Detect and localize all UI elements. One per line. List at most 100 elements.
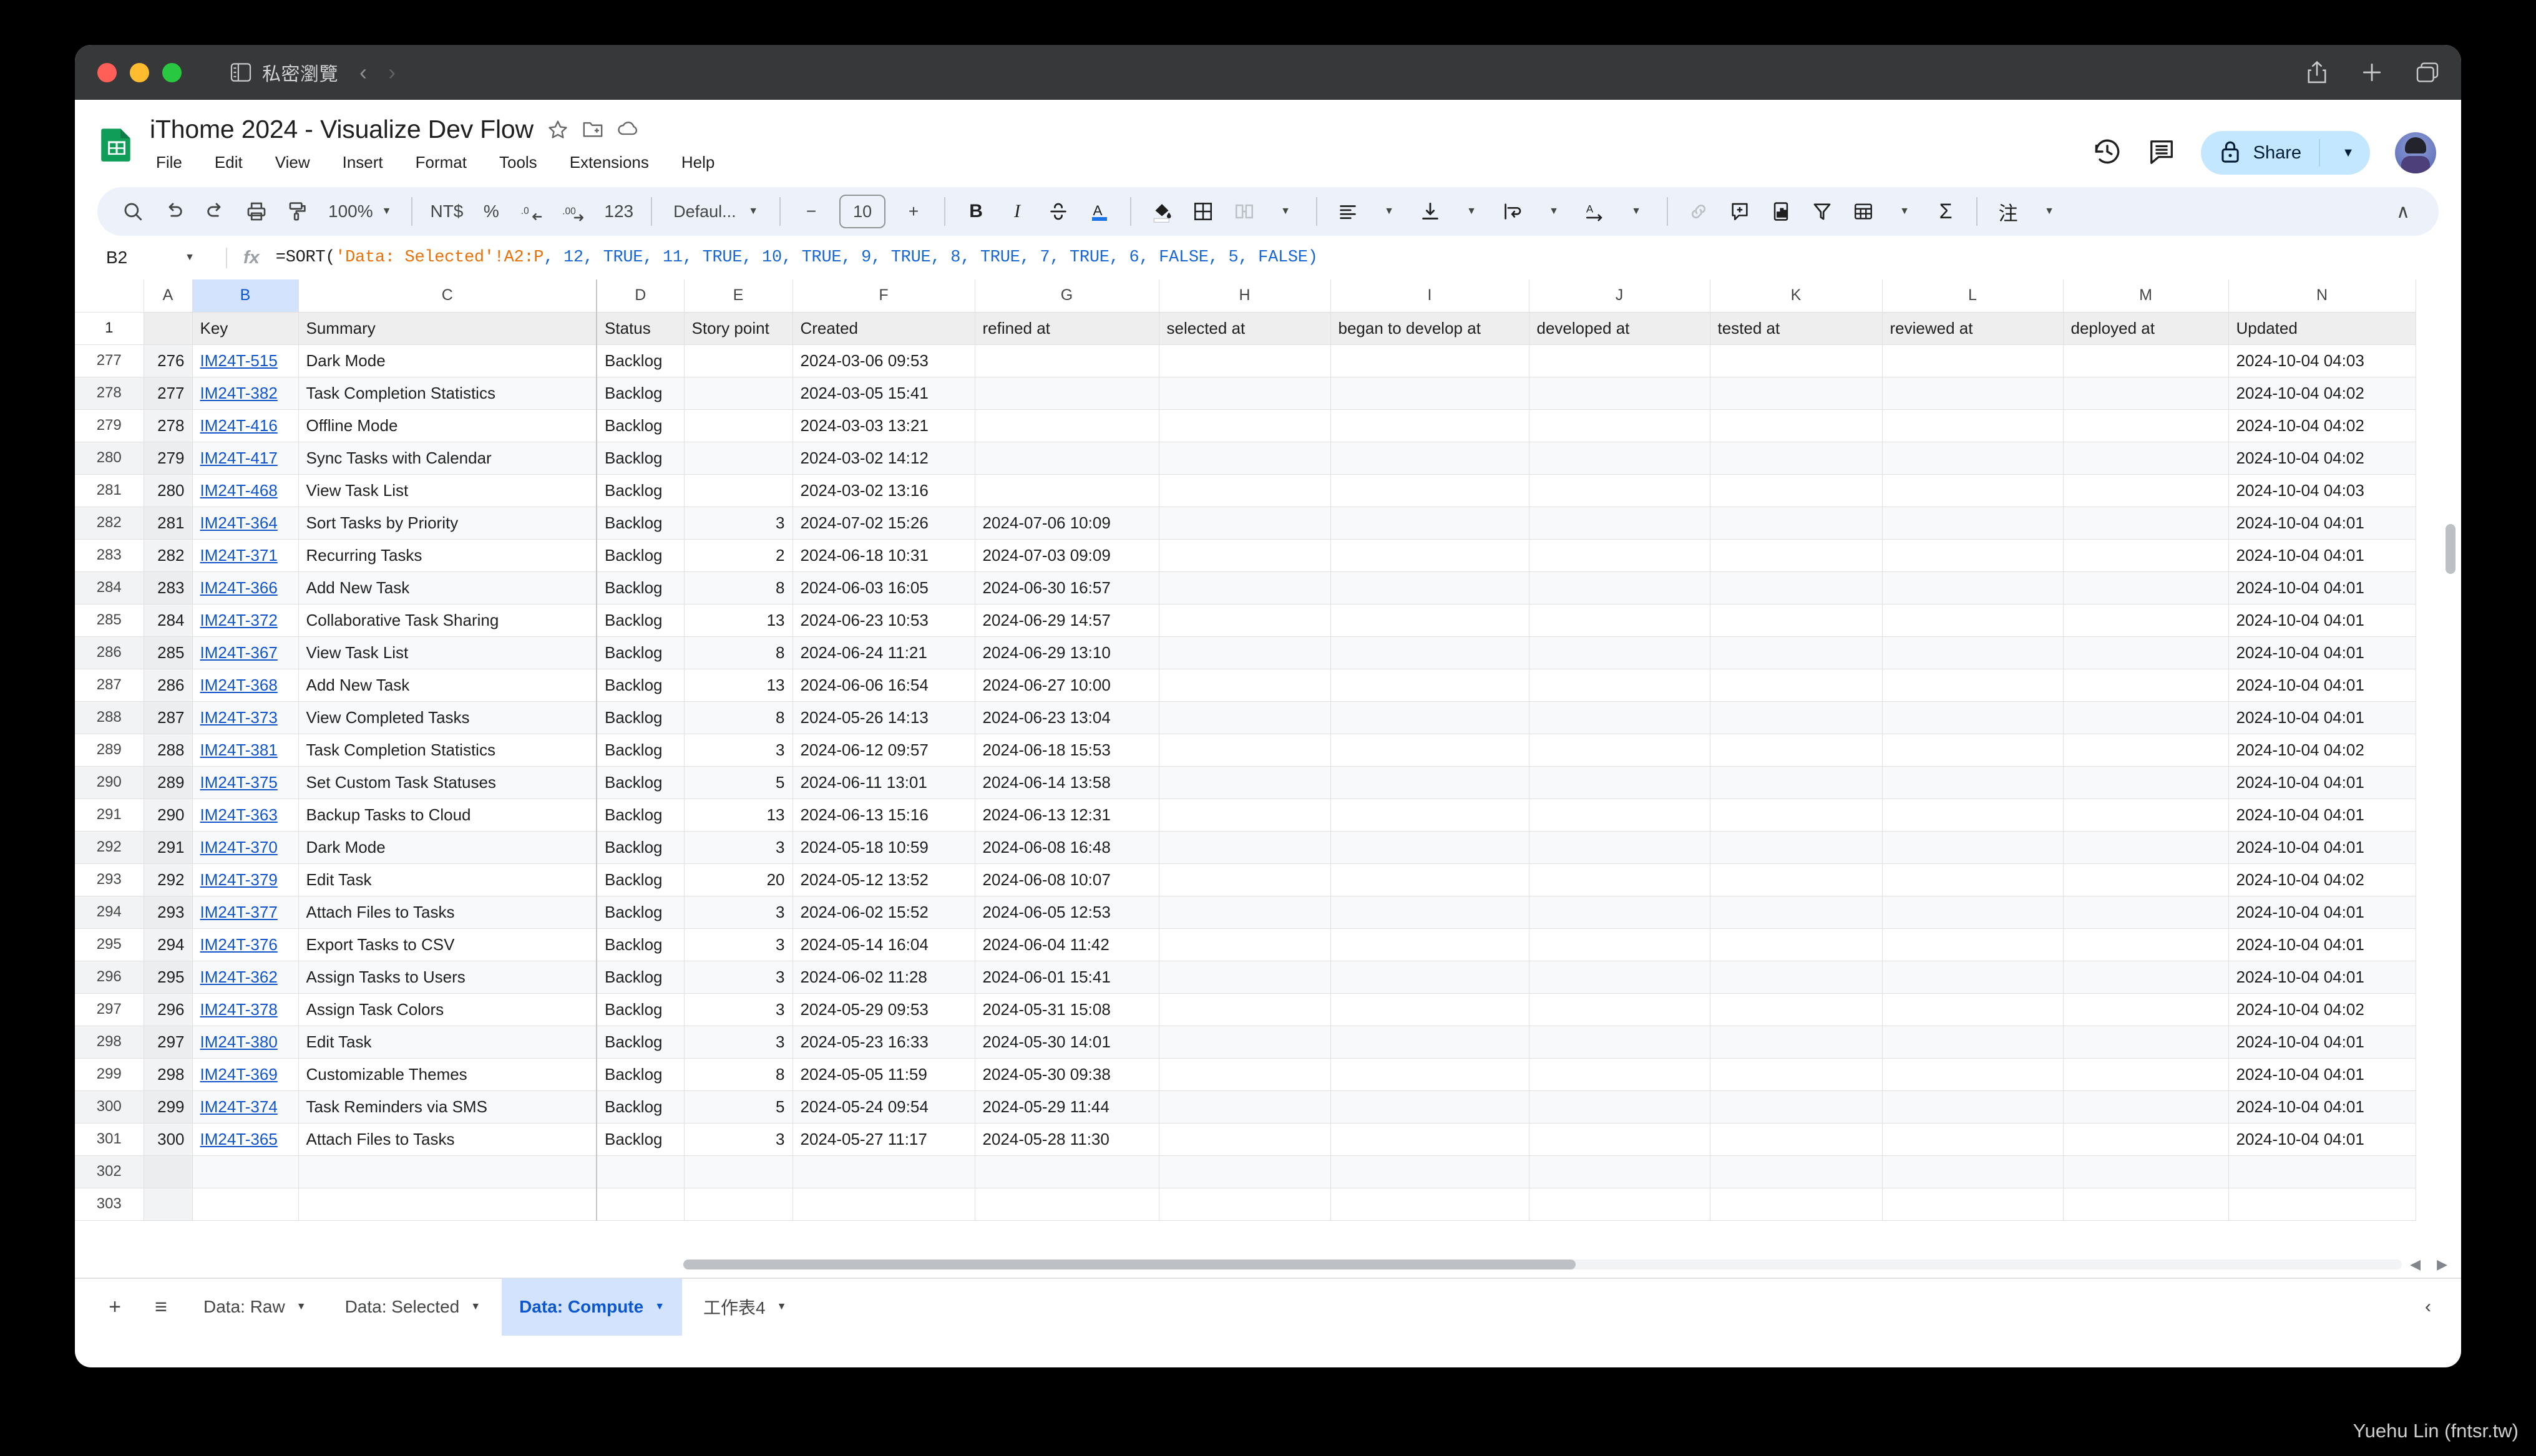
row-number[interactable]: 303 [75, 1188, 144, 1220]
table-row[interactable]: 293292IM24T-379Edit TaskBacklog202024-05… [75, 863, 2416, 896]
cell-began-to-develop-at[interactable] [1330, 863, 1529, 896]
cell-tested-at[interactable] [1710, 604, 1882, 636]
sheet-tab-data-raw[interactable]: Data: Raw ▼ [186, 1278, 324, 1336]
cell-a[interactable]: 278 [144, 409, 192, 442]
cell-tested-at[interactable] [1710, 766, 1882, 798]
row-number[interactable]: 282 [75, 507, 144, 539]
issue-key-link[interactable]: IM24T-377 [200, 903, 278, 921]
cell-selected-at[interactable] [1159, 1155, 1330, 1188]
cell-created[interactable]: 2024-06-12 09:57 [792, 734, 975, 766]
cell-a[interactable]: 294 [144, 928, 192, 961]
cell-reviewed-at[interactable] [1882, 604, 2063, 636]
cell-deployed-at[interactable] [2063, 993, 2228, 1026]
row-number[interactable]: 300 [75, 1090, 144, 1123]
cell-story-point[interactable] [684, 377, 792, 409]
cell-status[interactable]: Backlog [597, 701, 684, 734]
table-row[interactable]: 286285IM24T-367View Task ListBacklog8202… [75, 636, 2416, 669]
cell-deployed-at[interactable] [2063, 377, 2228, 409]
valign-chevron-down-icon[interactable]: ▼ [1452, 192, 1491, 231]
cell-n1-updated[interactable]: Updated [2228, 312, 2416, 344]
cell-story-point[interactable]: 13 [684, 798, 792, 831]
cell-status[interactable]: Backlog [597, 507, 684, 539]
cell-created[interactable]: 2024-06-23 10:53 [792, 604, 975, 636]
cell-reviewed-at[interactable] [1882, 701, 2063, 734]
cell-a[interactable]: 297 [144, 1026, 192, 1058]
cell-summary[interactable]: Edit Task [298, 863, 597, 896]
cell-reviewed-at[interactable] [1882, 571, 2063, 604]
italic-button[interactable]: I [998, 192, 1036, 231]
cell-reviewed-at[interactable] [1882, 344, 2063, 377]
cell-key[interactable]: IM24T-379 [192, 863, 298, 896]
cell-began-to-develop-at[interactable] [1330, 734, 1529, 766]
cell-deployed-at[interactable] [2063, 442, 2228, 474]
cell-summary[interactable]: Dark Mode [298, 344, 597, 377]
cell-a[interactable]: 293 [144, 896, 192, 928]
issue-key-link[interactable]: IM24T-375 [200, 773, 278, 792]
cell-created[interactable]: 2024-05-26 14:13 [792, 701, 975, 734]
cell-a[interactable]: 296 [144, 993, 192, 1026]
row-number[interactable]: 299 [75, 1058, 144, 1090]
cell-key[interactable] [192, 1155, 298, 1188]
decrease-decimal-button[interactable]: .0 [513, 192, 552, 231]
share-chevron-down-icon[interactable]: ▼ [2333, 146, 2364, 160]
table-row[interactable]: 278277IM24T-382Task Completion Statistic… [75, 377, 2416, 409]
cell-key[interactable]: IM24T-381 [192, 734, 298, 766]
cell-selected-at[interactable] [1159, 442, 1330, 474]
cell-story-point[interactable] [684, 1188, 792, 1220]
cell-reviewed-at[interactable] [1882, 377, 2063, 409]
row-number[interactable]: 297 [75, 993, 144, 1026]
cell-story-point[interactable]: 3 [684, 831, 792, 863]
cell-created[interactable]: 2024-03-05 15:41 [792, 377, 975, 409]
cell-tested-at[interactable] [1710, 928, 1882, 961]
cell-refined-at[interactable]: 2024-06-30 16:57 [975, 571, 1159, 604]
issue-key-link[interactable]: IM24T-372 [200, 611, 278, 629]
name-box[interactable]: B2 ▼ [97, 248, 222, 268]
cell-developed-at[interactable] [1529, 928, 1710, 961]
text-rotation-button[interactable]: A [1576, 192, 1614, 231]
cell-story-point[interactable] [684, 1155, 792, 1188]
cell-began-to-develop-at[interactable] [1330, 507, 1529, 539]
cell-key[interactable]: IM24T-374 [192, 1090, 298, 1123]
cell-key[interactable] [192, 1188, 298, 1220]
cell-reviewed-at[interactable] [1882, 1188, 2063, 1220]
cell-reviewed-at[interactable] [1882, 734, 2063, 766]
cell-status[interactable]: Backlog [597, 604, 684, 636]
cell-began-to-develop-at[interactable] [1330, 604, 1529, 636]
cell-a[interactable]: 287 [144, 701, 192, 734]
cell-tested-at[interactable] [1710, 1188, 1882, 1220]
cell-story-point[interactable] [684, 474, 792, 507]
share-button[interactable]: Share ▼ [2201, 131, 2370, 175]
table-row[interactable]: 302 [75, 1155, 2416, 1188]
cell-selected-at[interactable] [1159, 539, 1330, 571]
halign-chevron-down-icon[interactable]: ▼ [1370, 192, 1408, 231]
cell-a1[interactable] [144, 312, 192, 344]
cell-reviewed-at[interactable] [1882, 669, 2063, 701]
column-header-g[interactable]: G [975, 279, 1159, 312]
cell-updated[interactable]: 2024-10-04 04:02 [2228, 734, 2416, 766]
cell-status[interactable]: Backlog [597, 734, 684, 766]
cell-selected-at[interactable] [1159, 636, 1330, 669]
cell-deployed-at[interactable] [2063, 863, 2228, 896]
cell-story-point[interactable]: 3 [684, 507, 792, 539]
table-row[interactable]: 300299IM24T-374Task Reminders via SMSBac… [75, 1090, 2416, 1123]
menu-insert[interactable]: Insert [338, 150, 388, 175]
cell-refined-at[interactable]: 2024-06-29 13:10 [975, 636, 1159, 669]
cell-summary[interactable]: Export Tasks to CSV [298, 928, 597, 961]
row-number[interactable]: 279 [75, 409, 144, 442]
issue-key-link[interactable]: IM24T-362 [200, 968, 278, 986]
row-number[interactable]: 295 [75, 928, 144, 961]
row-number[interactable]: 290 [75, 766, 144, 798]
cell-status[interactable]: Backlog [597, 409, 684, 442]
cell-story-point[interactable]: 2 [684, 539, 792, 571]
cell-summary[interactable]: Assign Task Colors [298, 993, 597, 1026]
cell-refined-at[interactable]: 2024-05-28 11:30 [975, 1123, 1159, 1155]
cell-a[interactable]: 289 [144, 766, 192, 798]
menu-tools[interactable]: Tools [494, 150, 542, 175]
issue-key-link[interactable]: IM24T-416 [200, 416, 278, 435]
cell-developed-at[interactable] [1529, 1123, 1710, 1155]
insert-link-icon[interactable] [1679, 192, 1718, 231]
cell-summary[interactable] [298, 1188, 597, 1220]
cell-deployed-at[interactable] [2063, 409, 2228, 442]
cell-reviewed-at[interactable] [1882, 474, 2063, 507]
cell-tested-at[interactable] [1710, 798, 1882, 831]
